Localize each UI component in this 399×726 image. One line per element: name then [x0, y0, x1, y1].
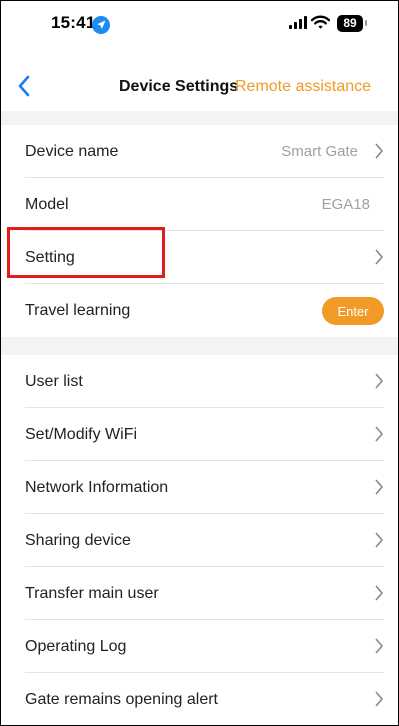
chevron-right-icon	[375, 638, 384, 654]
transfer-main-user-row[interactable]: Transfer main user	[1, 567, 398, 620]
section-gap	[1, 111, 398, 125]
highlight-box	[7, 227, 165, 278]
chevron-right-icon	[375, 143, 384, 159]
wifi-icon	[311, 15, 330, 29]
remote-assistance-link[interactable]: Remote assistance	[235, 78, 371, 96]
travel-learning-row: Travel learning Enter	[1, 284, 398, 337]
chevron-right-icon	[375, 249, 384, 265]
chevron-right-icon	[375, 691, 384, 707]
chevron-right-icon	[375, 426, 384, 442]
chevron-right-icon	[375, 585, 384, 601]
row-value: Smart Gate	[281, 143, 358, 160]
network-information-row[interactable]: Network Information	[1, 461, 398, 514]
row-label: Device name	[25, 143, 119, 160]
sharing-device-row[interactable]: Sharing device	[1, 514, 398, 567]
row-label: Travel learning	[25, 302, 131, 319]
row-value: EGA18	[321, 196, 370, 213]
status-time: 15:41	[51, 13, 96, 32]
row-label: Transfer main user	[25, 585, 159, 602]
row-label: Gate remains opening alert	[25, 691, 218, 708]
user-list-row[interactable]: User list	[1, 355, 398, 408]
chevron-right-icon	[375, 373, 384, 389]
enter-button[interactable]: Enter	[322, 297, 384, 325]
row-label: User list	[25, 373, 83, 390]
chevron-left-icon[interactable]	[17, 75, 31, 97]
chevron-right-icon	[375, 532, 384, 548]
nav-bar: Device Settings Remote assistance	[1, 63, 398, 111]
signal-icon	[289, 16, 307, 29]
page-title: Device Settings	[119, 78, 239, 95]
gate-opening-alert-row[interactable]: Gate remains opening alert	[1, 673, 398, 725]
row-label: Network Information	[25, 479, 169, 496]
row-label: Operating Log	[25, 638, 127, 655]
operating-log-row[interactable]: Operating Log	[1, 620, 398, 673]
row-label: Model	[25, 196, 69, 213]
device-name-row[interactable]: Device name Smart Gate	[1, 125, 398, 178]
location-arrow-icon	[92, 16, 110, 34]
row-label: Sharing device	[25, 532, 131, 549]
phone-screen: 15:41 89 Device Settings Remote assistan…	[0, 0, 399, 726]
row-label: Set/Modify WiFi	[25, 426, 138, 443]
model-row: Model EGA18	[1, 178, 398, 231]
section-gap	[1, 337, 398, 355]
battery-indicator: 89	[337, 15, 363, 32]
status-bar: 15:41 89	[1, 1, 398, 49]
battery-tip	[365, 20, 367, 26]
wifi-row[interactable]: Set/Modify WiFi	[1, 408, 398, 461]
chevron-right-icon	[375, 479, 384, 495]
